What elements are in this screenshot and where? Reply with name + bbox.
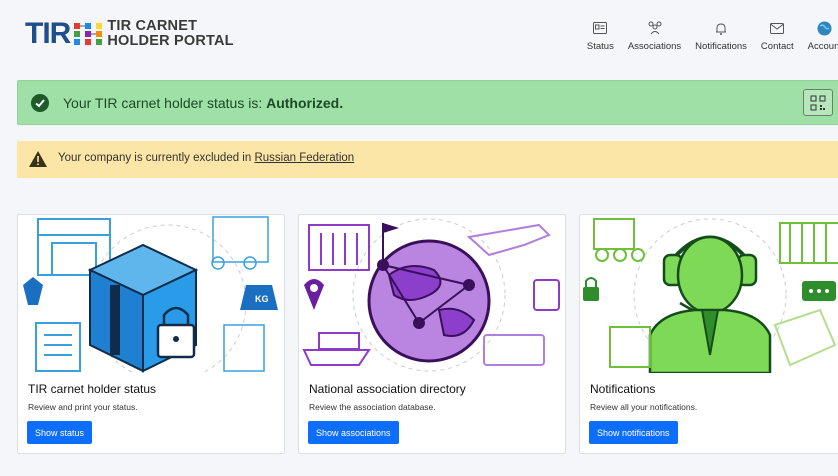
card-status-title: TIR carnet holder status (28, 382, 157, 396)
logo-line-1: TIR CARNET (107, 18, 198, 34)
card-associations: National association directory Review th… (298, 214, 566, 454)
card-notifications-description: Review all your notifications. (590, 402, 698, 412)
globe-network-illustration (299, 215, 565, 373)
card-notifications: Notifications Review all your notificati… (579, 214, 838, 454)
globe-avatar-icon (817, 20, 832, 36)
nav-account-label: Account (807, 41, 838, 52)
card-associations-title: National association directory (309, 382, 466, 396)
logo-tir-mark: TIR (25, 17, 71, 50)
show-associations-button[interactable]: Show associations (308, 421, 399, 444)
status-value: Authorized. (266, 95, 344, 111)
id-card-icon (593, 20, 608, 36)
warning-text: Your company is currently excluded in (58, 152, 255, 164)
bell-icon (715, 20, 727, 36)
nav-account[interactable]: Account (808, 20, 838, 52)
people-icon (647, 20, 663, 36)
carnet-box-illustration: KG (18, 215, 284, 373)
envelope-icon (770, 20, 785, 36)
logo-text: TIR CARNET HOLDER PORTAL (107, 19, 233, 49)
status-message: Your TIR carnet holder status is: Author… (63, 95, 343, 111)
portal-logo[interactable]: TIR TIR CARNET HOLDER PORTAL (25, 19, 234, 49)
nav-status-label: Status (586, 41, 614, 52)
operator-headset-illustration (580, 215, 838, 373)
card-notifications-title: Notifications (590, 382, 656, 396)
qr-code-icon (810, 95, 826, 110)
warning-triangle-icon (28, 150, 48, 173)
show-status-button[interactable]: Show status (27, 421, 93, 444)
excluded-country-link[interactable]: Russian Federation (254, 152, 354, 164)
nav-notifications[interactable]: Notifications (695, 20, 747, 52)
status-message-prefix: Your TIR carnet holder status is: (63, 95, 267, 111)
show-notifications-button[interactable]: Show notifications (589, 421, 678, 444)
page-header: TIR TIR CARNET HOLDER PORTAL Status Asso… (0, 0, 838, 64)
card-associations-description: Review the association database. (309, 402, 436, 412)
logo-line-2: HOLDER PORTAL (107, 33, 234, 49)
qr-code-button[interactable] (803, 89, 833, 116)
nav-associations-label: Associations (627, 41, 682, 52)
nav-notifications-label: Notifications (695, 41, 747, 52)
card-status-description: Review and print your status. (28, 402, 138, 412)
top-nav: Status Associations Notifications Contac… (573, 20, 838, 52)
warning-message: Your company is currently excluded in Ru… (58, 152, 354, 164)
nav-status[interactable]: Status (587, 20, 614, 52)
status-alert: Your TIR carnet holder status is: Author… (17, 80, 838, 125)
nav-associations[interactable]: Associations (628, 20, 681, 52)
logo-network-icon (74, 23, 103, 45)
nav-contact-label: Contact (760, 41, 794, 52)
check-circle-icon (31, 94, 49, 112)
kg-weight-tag: KG (255, 294, 269, 304)
card-status: KG TIR carnet holder status Review and p… (17, 214, 285, 454)
exclusion-warning: Your company is currently excluded in Ru… (17, 141, 838, 178)
nav-contact[interactable]: Contact (761, 20, 794, 52)
